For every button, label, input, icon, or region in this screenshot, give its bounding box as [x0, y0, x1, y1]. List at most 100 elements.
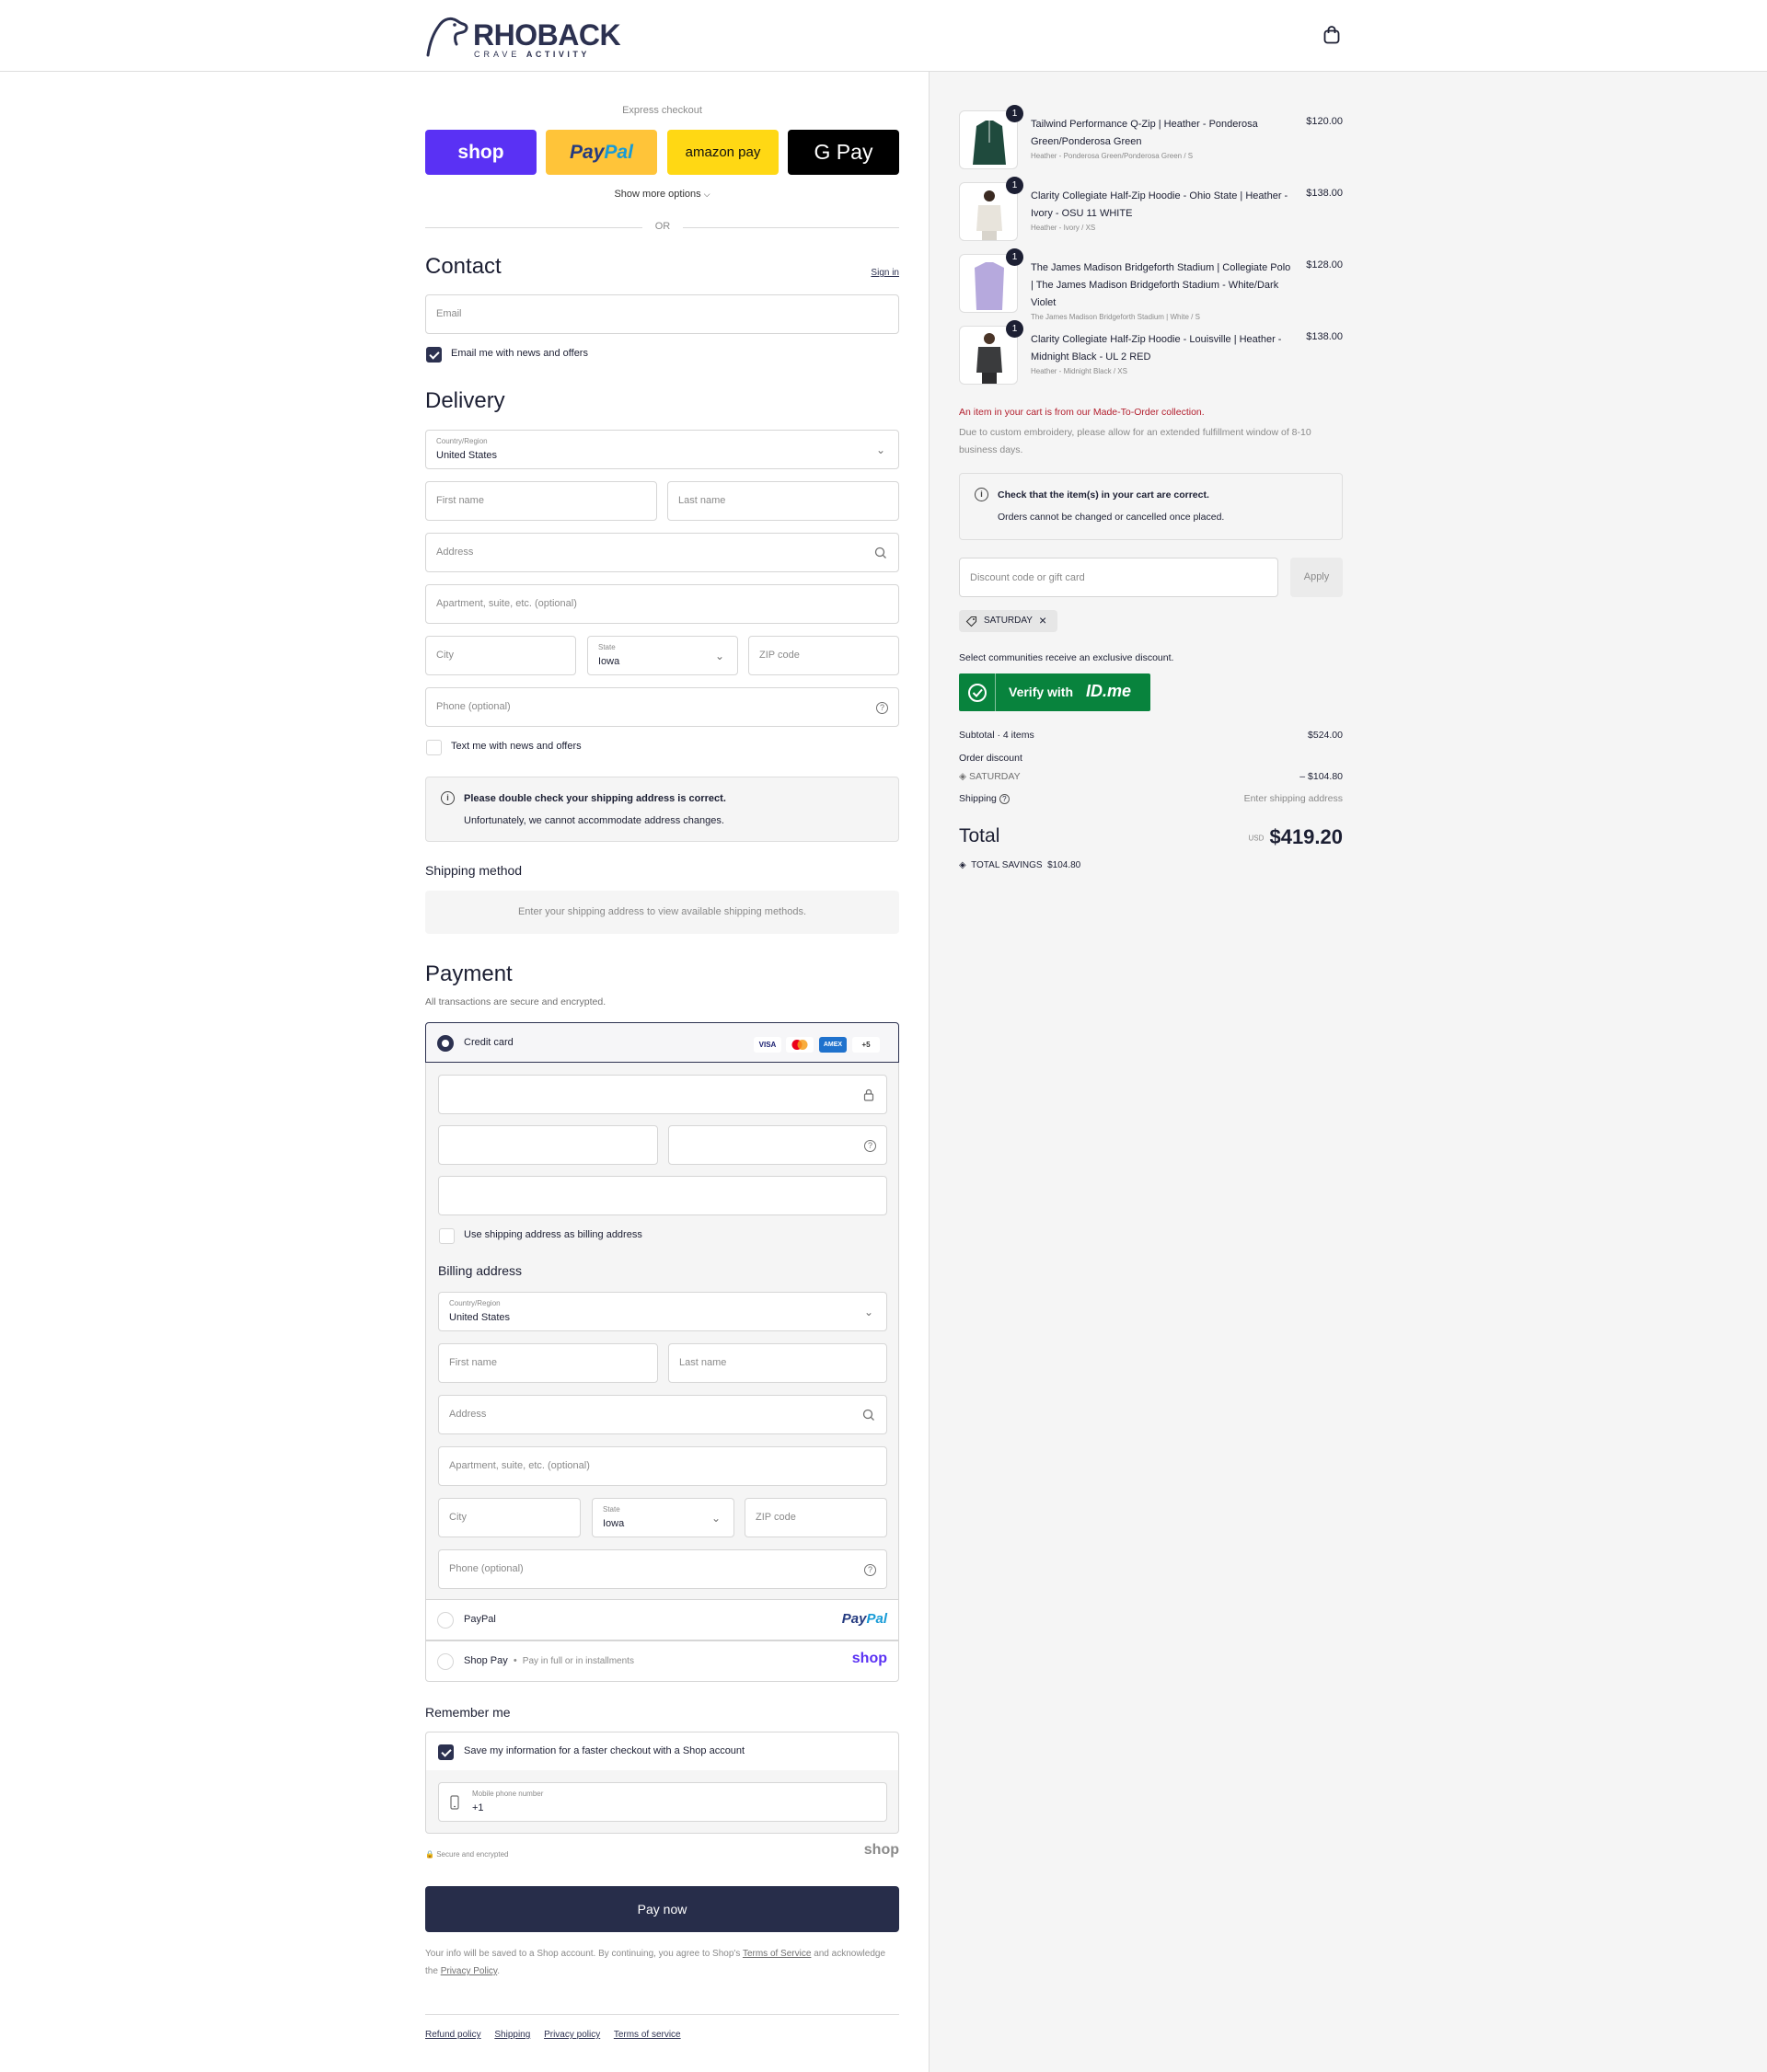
express-checkout-label: Express checkout	[622, 105, 702, 116]
terms-of-service-link[interactable]: Terms of Service	[743, 1949, 811, 1959]
first-name-field[interactable]: First name	[425, 481, 657, 521]
search-icon	[862, 1409, 874, 1421]
billing-city-field[interactable]: City	[438, 1498, 581, 1537]
shipping-value: Enter shipping address	[1243, 793, 1343, 804]
state-select[interactable]: State Iowa ⌄	[587, 636, 738, 675]
sign-in-link[interactable]: Sign in	[871, 268, 899, 278]
billing-last-name-field[interactable]: Last name	[668, 1343, 887, 1383]
shopping-bag-icon[interactable]	[1322, 25, 1341, 45]
help-icon[interactable]: ?	[864, 1140, 876, 1152]
name-on-card-field[interactable]	[438, 1176, 887, 1215]
text-news-label: Text me with news and offers	[451, 741, 582, 752]
save-info-label: Save my information for a faster checkou…	[464, 1745, 745, 1756]
billing-state-label: State	[603, 1505, 620, 1514]
paypal-label: PayPal	[464, 1614, 496, 1625]
item-name: Clarity Collegiate Half-Zip Hoodie - Ohi…	[1031, 190, 1288, 219]
apartment-placeholder: Apartment, suite, etc. (optional)	[436, 598, 577, 609]
apartment-field[interactable]: Apartment, suite, etc. (optional)	[425, 584, 899, 624]
save-info-option[interactable]: Save my information for a faster checkou…	[425, 1732, 899, 1771]
expiration-date-field[interactable]	[438, 1125, 658, 1165]
terms-of-service-footer-link[interactable]: Terms of service	[614, 2030, 681, 2040]
lock-icon: 🔒	[425, 1850, 434, 1859]
email-news-checkbox[interactable]	[426, 347, 442, 363]
header: RHOBACK CRAVE ACTIVITY	[0, 0, 1767, 72]
security-code-field[interactable]: ?	[668, 1125, 887, 1165]
google-pay-button[interactable]: G Pay	[788, 130, 899, 175]
zip-field[interactable]: ZIP code	[748, 636, 899, 675]
show-more-options-button[interactable]: Show more options ⌵	[425, 189, 899, 200]
save-info-checkbox[interactable]	[438, 1744, 454, 1760]
verified-check-icon	[968, 684, 987, 702]
country-value: United States	[436, 450, 498, 461]
info-icon: i	[441, 791, 455, 805]
cart-item: 1 The James Madison Bridgeforth Stadium …	[959, 248, 1343, 321]
billing-country-select[interactable]: Country/Region United States ⌄	[438, 1292, 887, 1331]
idme-label: Verify with	[1009, 685, 1074, 699]
state-label: State	[598, 643, 616, 651]
text-news-checkbox[interactable]	[426, 740, 442, 755]
shop-pay-option[interactable]: Shop Pay • Pay in full or in installment…	[425, 1640, 899, 1682]
credit-card-radio[interactable]	[437, 1035, 454, 1052]
help-icon[interactable]: ?	[876, 702, 888, 714]
privacy-policy-link[interactable]: Privacy Policy	[441, 1966, 498, 1976]
card-number-field[interactable]	[438, 1075, 887, 1114]
subtotal-row: Subtotal · 4 items $524.00	[959, 730, 1343, 741]
country-select[interactable]: Country/Region United States ⌄	[425, 430, 899, 469]
item-name: Tailwind Performance Q-Zip | Heather - P…	[1031, 119, 1258, 147]
phone-field[interactable]: Phone (optional) ?	[425, 687, 899, 727]
subtotal-value: $524.00	[1308, 730, 1343, 741]
quantity-badge: 1	[1006, 177, 1023, 194]
billing-zip-field[interactable]: ZIP code	[745, 1498, 887, 1537]
shipping-policy-link[interactable]: Shipping	[494, 2030, 530, 2040]
tag-icon	[965, 616, 977, 627]
paypal-radio[interactable]	[437, 1612, 454, 1629]
item-variant: The James Madison Bridgeforth Stadium | …	[1031, 313, 1200, 321]
check-title: Check that the item(s) in your cart are …	[998, 489, 1209, 501]
idme-logo: ID.me	[1086, 682, 1132, 700]
apply-discount-button[interactable]: Apply	[1290, 558, 1343, 597]
made-to-order-detail: Due to custom embroidery, please allow f…	[959, 427, 1311, 455]
billing-phone-field[interactable]: Phone (optional) ?	[438, 1549, 887, 1589]
paypal-button[interactable]: Pay Pal	[546, 130, 657, 175]
shop-pay-label: Shop Pay • Pay in full or in installment…	[464, 1655, 634, 1666]
billing-apartment-placeholder: Apartment, suite, etc. (optional)	[449, 1460, 590, 1471]
secure-encrypted-note: 🔒 Secure and encrypted	[425, 1850, 509, 1859]
shop-pay-radio[interactable]	[437, 1653, 454, 1670]
discount-code-field[interactable]: Discount code or gift card	[959, 558, 1278, 597]
close-icon[interactable]: ×	[1039, 613, 1046, 627]
billing-apartment-field[interactable]: Apartment, suite, etc. (optional)	[438, 1446, 887, 1486]
mobile-phone-field[interactable]: Mobile phone number +1	[438, 1782, 887, 1822]
credit-card-option[interactable]: Credit card VISA AMEX +5	[425, 1022, 899, 1063]
shipping-methods-placeholder: Enter your shipping address to view avai…	[425, 891, 899, 934]
verify-idme-button[interactable]: Verify with ID.me	[959, 673, 1150, 711]
use-shipping-as-billing-label: Use shipping address as billing address	[464, 1229, 642, 1240]
brand-logo[interactable]: RHOBACK CRAVE ACTIVITY	[424, 15, 621, 59]
help-icon[interactable]: ?	[864, 1564, 876, 1576]
paypal-option[interactable]: PayPal PayPal	[425, 1599, 899, 1640]
cart-check-notice: i Check that the item(s) in your cart ar…	[959, 473, 1343, 540]
city-field[interactable]: City	[425, 636, 576, 675]
phone-placeholder: Phone (optional)	[436, 701, 511, 712]
idme-divider	[995, 673, 996, 711]
billing-state-value: Iowa	[603, 1518, 625, 1529]
brand-tagline: CRAVE ACTIVITY	[474, 50, 590, 59]
communities-note: Select communities receive an exclusive …	[959, 652, 1174, 663]
billing-first-name-field[interactable]: First name	[438, 1343, 658, 1383]
cart-item: 1 Clarity Collegiate Half-Zip Hoodie - O…	[959, 177, 1343, 243]
privacy-policy-footer-link[interactable]: Privacy policy	[544, 2030, 600, 2040]
use-shipping-as-billing-checkbox[interactable]	[439, 1228, 455, 1244]
contact-heading: Contact	[425, 254, 502, 279]
address-field[interactable]: Address	[425, 533, 899, 572]
last-name-field[interactable]: Last name	[667, 481, 899, 521]
currency-label: USD	[1248, 834, 1265, 843]
help-icon[interactable]: ?	[999, 794, 1010, 804]
amazon-pay-button[interactable]: amazon pay	[667, 130, 779, 175]
billing-address-field[interactable]: Address	[438, 1395, 887, 1434]
email-field[interactable]: Email	[425, 294, 899, 334]
state-value: Iowa	[598, 656, 620, 667]
shipping-row: Shipping ? Enter shipping address	[959, 793, 1343, 804]
billing-state-select[interactable]: State Iowa ⌄	[592, 1498, 734, 1537]
shop-pay-button[interactable]: shop	[425, 130, 537, 175]
pay-now-button[interactable]: Pay now	[425, 1886, 899, 1932]
refund-policy-link[interactable]: Refund policy	[425, 2030, 481, 2040]
